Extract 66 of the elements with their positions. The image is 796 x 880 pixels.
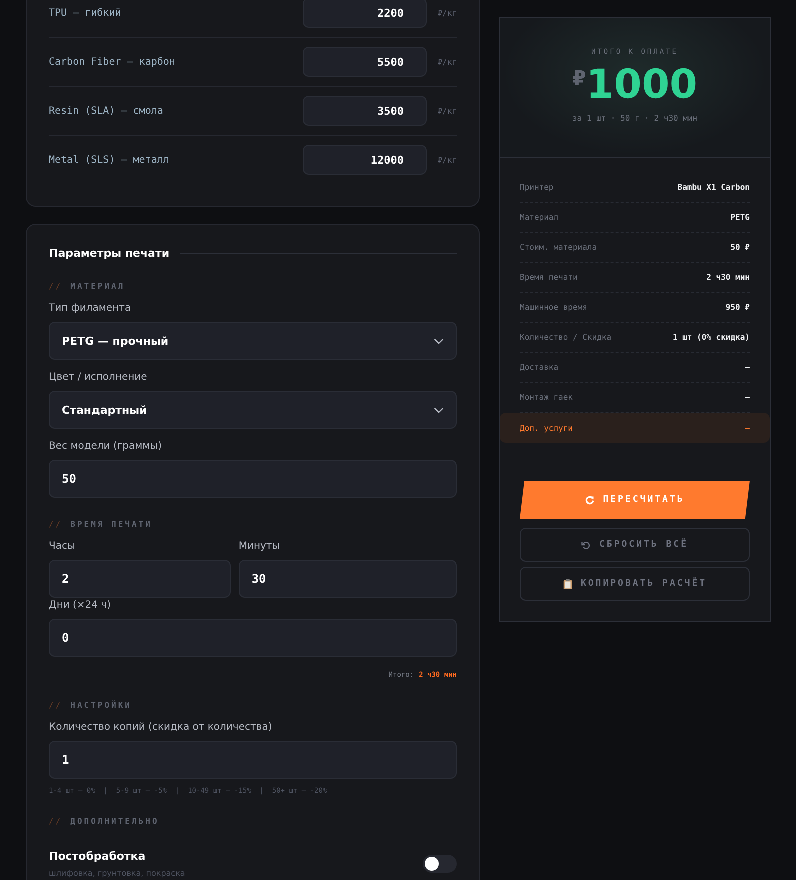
input-field[interactable]: 50 [49,460,457,498]
field-label: Вес модели (граммы) [49,441,164,452]
action-button[interactable]: СБРОСИТЬ ВСЁ [520,528,750,562]
total-details: за 1 шт · 50 г · 2 ч30 мин [572,114,698,123]
summary-value: — [745,393,750,402]
summary-value: Bambu X1 Carbon [678,183,750,192]
heading-prefix: // [49,701,63,710]
section-title: Параметры печати [49,247,170,260]
summary-value: — [745,424,750,432]
summary-label: Монтаж гаек [520,393,573,402]
dropdown[interactable]: PETG — прочный [49,322,457,360]
subsection-heading: НАСТРОЙКИ [70,701,132,710]
input-field[interactable]: 0 [49,619,457,657]
summary-label: Машинное время [520,303,588,312]
unit-label: ₽/кг [436,8,457,18]
summary-value: PETG [730,213,750,222]
field-label: Количество копий (скидка от количества) [49,722,274,733]
option-title: Постобработка [49,850,147,863]
summary-value: — [745,363,750,372]
subsection-heading: ВРЕМЯ ПЕЧАТИ [70,520,152,529]
summary-label: Принтер [520,183,554,192]
summary-label: Количество / Скидка [520,333,612,342]
action-button[interactable]: КОПИРОВАТЬ РАСЧЁТ [520,567,750,601]
unit-label: ₽/кг [436,106,457,116]
summary-value: 950 ₽ [726,303,750,312]
price-field[interactable]: 2200 [303,0,427,28]
material-name: Resin (SLA) — смола [49,106,164,116]
price-field[interactable]: 3500 [303,96,427,126]
field-label: Тип филамента [49,303,132,314]
refresh-icon [585,494,596,506]
total-amount: 1000 [586,62,698,108]
summary-label: Доп. услуги [520,424,573,432]
material-name: Carbon Fiber — карбон [49,56,176,68]
heading-prefix: // [49,282,63,291]
heading-prefix: // [49,520,63,529]
summary-label: Доставка [520,363,559,372]
field-label: Минуты [238,541,282,552]
reset-icon [581,540,592,550]
clipboard-icon [562,578,573,590]
subsection-heading: ДОПОЛНИТЕЛЬНО [70,817,160,826]
summary-label: Стоим. материала [520,243,598,252]
summary-label: Материал [520,213,559,222]
heading-prefix: // [49,817,63,826]
chevron-down-icon [434,338,444,344]
dropdown[interactable]: Стандартный [49,391,457,429]
unit-label: ₽/кг [436,156,457,164]
field-label: Дни (×24 ч) [49,600,112,611]
currency-sign: ₽ [572,66,586,90]
subsection-heading: МАТЕРИАЛ [70,282,126,291]
summary-label: Время печати [520,273,578,282]
price-field[interactable]: 5500 [303,47,427,77]
field-label: Часы [49,541,76,552]
input-field[interactable]: 30 [238,560,457,598]
chevron-down-icon [434,406,444,414]
material-name: TPU — гибкий [49,8,122,18]
summary-value: 50 ₽ [730,243,750,252]
summary-value: 1 шт (0% скидка) [672,333,750,342]
input-field[interactable]: 2 [49,560,231,598]
material-name: Metal (SLS) — металл [49,154,170,166]
option-description: шлифовка, грунтовка, покраска [49,869,186,878]
unit-label: ₽/кг [436,58,457,66]
toggle-switch[interactable] [423,855,457,873]
field-label: Цвет / исполнение [49,372,148,383]
input-field[interactable]: 1 [49,741,457,779]
summary-value: 2 ч30 мин [706,273,750,282]
price-field[interactable]: 12000 [303,145,427,175]
